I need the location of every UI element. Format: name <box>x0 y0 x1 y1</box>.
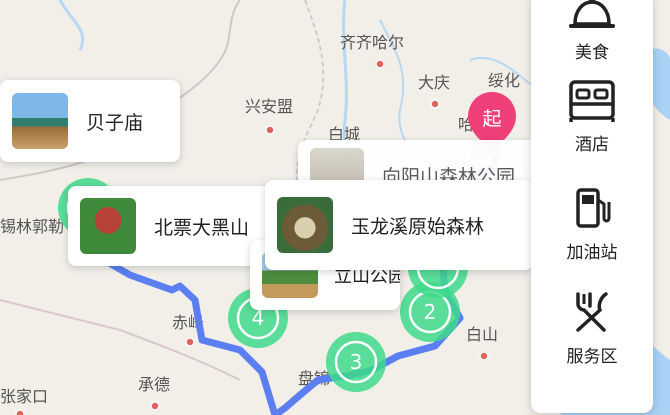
city-dot <box>150 401 160 411</box>
city-dot <box>185 337 195 347</box>
bed-icon <box>569 80 615 122</box>
poi-gas-station-button[interactable]: 加油站 <box>531 186 653 263</box>
poi-hotel-label: 酒店 <box>575 135 609 155</box>
city-label: 大庆 <box>418 73 450 92</box>
place-title: 贝子庙 <box>86 111 144 134</box>
poi-gas-station-label: 加油站 <box>566 243 618 263</box>
poi-category-panel: 美食 酒店 加油站 服务区 <box>531 0 653 413</box>
poi-food-button[interactable]: 美食 <box>531 0 653 63</box>
city-dot <box>479 351 489 361</box>
place-title: 北票大黑山 <box>154 216 250 239</box>
city-label: 齐齐哈尔 <box>340 33 404 52</box>
cluster-count: 2 <box>424 300 437 324</box>
city-label: 绥化 <box>488 71 520 90</box>
city-dot <box>430 99 440 109</box>
cluster-marker[interactable]: 3 <box>326 332 386 392</box>
place-card-beizimiao[interactable]: 贝子庙 <box>0 80 180 162</box>
cloche-icon <box>569 0 615 28</box>
place-thumbnail <box>80 198 136 254</box>
place-card-yulongxi[interactable]: 玉龙溪原始森林 <box>265 180 533 270</box>
fork-knife-icon <box>576 292 608 332</box>
place-thumbnail <box>12 93 68 149</box>
city-label: 承德 <box>138 375 170 394</box>
city-label: 张家口 <box>0 387 48 406</box>
poi-food-label: 美食 <box>575 43 609 63</box>
poi-service-area-button[interactable]: 服务区 <box>531 290 653 367</box>
place-thumbnail <box>277 197 333 253</box>
city-suihua: 绥化 <box>488 71 520 90</box>
poi-hotel-button[interactable]: 酒店 <box>531 78 653 155</box>
poi-service-area-label: 服务区 <box>566 347 618 367</box>
city-xilinguole: 锡林郭勒 <box>0 217 64 236</box>
start-marker-label: 起 <box>482 108 501 130</box>
city-dot <box>265 125 275 135</box>
place-title: 玉龙溪原始森林 <box>351 215 485 238</box>
city-label: 兴安盟 <box>245 97 293 116</box>
city-label: 白山 <box>466 325 498 344</box>
city-dot <box>375 59 385 69</box>
city-label: 锡林郭勒 <box>0 217 64 236</box>
cluster-count: 3 <box>350 350 363 374</box>
gas-pump-icon <box>576 188 611 228</box>
city-dot <box>15 409 25 415</box>
